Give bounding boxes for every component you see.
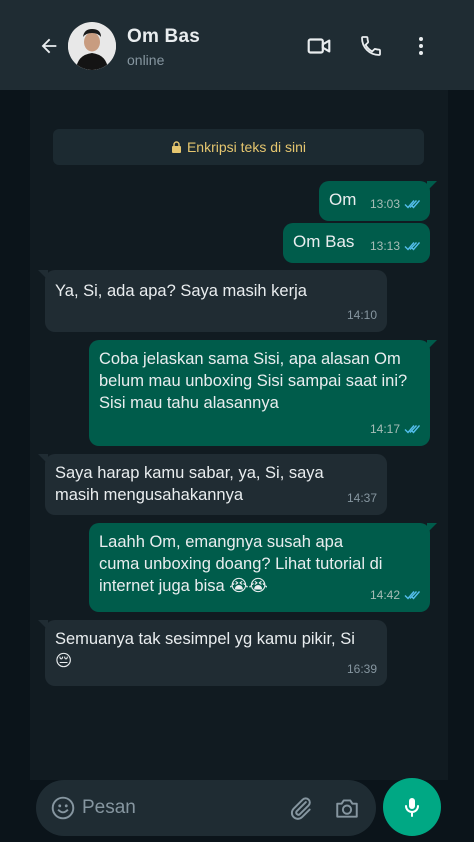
contact-name: Om Bas [127,26,201,47]
attach-button[interactable] [288,795,314,821]
encryption-notice[interactable]: Enkripsi teks di sini [53,129,424,165]
more-options-button[interactable] [407,32,435,60]
back-button[interactable] [34,31,64,61]
phone-icon [361,36,381,56]
message-meta: 14:37 [347,487,377,509]
mic-icon [405,798,419,817]
message-time: 14:10 [346,308,377,322]
message-meta: 13:13 [370,235,420,257]
message-text: Coba jelaskan sama Sisi, apa alasan Om b… [99,350,412,412]
voice-call-button[interactable] [357,32,385,60]
message-text: Saya harap kamu sabar, ya, Si, saya masi… [55,464,329,504]
message-bubble-outgoing[interactable]: Om 13:03 [319,181,437,221]
contact-info[interactable]: Om Bas online [127,26,200,68]
message-time: 13:13 [369,239,400,253]
read-ticks-icon [404,241,420,251]
chat-header: Om Bas online [0,0,474,90]
message-time: 13:03 [369,197,400,211]
message-bubble-incoming[interactable]: Semuanya tak sesimpel yg kamu pikir, Si … [38,620,387,686]
message-time: 16:39 [346,662,377,676]
read-ticks-icon [404,424,420,434]
avatar[interactable] [68,22,116,70]
read-ticks-icon [404,590,420,600]
message-meta: 16:39 [347,658,377,680]
emoji-icon [51,796,75,820]
lock-icon [171,141,182,153]
attach-icon [290,797,311,820]
message-time: 14:17 [369,422,400,436]
chat-margin-right [448,90,474,842]
more-vert-icon [419,37,423,55]
message-time: 14:37 [346,491,377,505]
message-input[interactable] [82,788,272,828]
message-text: Ya, Si, ada apa? Saya masih kerja [55,282,307,300]
encryption-text: Enkripsi teks di sini [186,139,307,155]
chat-margin-left [0,90,30,842]
message-text: Semuanya tak sesimpel yg kamu pikir, Si … [55,630,360,670]
back-arrow-icon [41,38,57,54]
message-bubble-outgoing[interactable]: Laahh Om, emangnya susah apa cuma unboxi… [89,523,437,612]
message-composer [36,780,376,836]
voice-message-button[interactable] [383,778,441,836]
message-bubble-incoming[interactable]: Saya harap kamu sabar, ya, Si, saya masi… [38,454,387,515]
message-time: 14:42 [369,588,400,602]
message-bubble-outgoing[interactable]: Coba jelaskan sama Sisi, apa alasan Om b… [89,340,437,446]
camera-icon [336,799,358,818]
message-bubble-incoming[interactable]: Ya, Si, ada apa? Saya masih kerja 14:10 [38,270,387,332]
message-meta: 14:17 [370,418,420,440]
read-ticks-icon [404,199,420,209]
message-bubble-outgoing[interactable]: Om Bas 13:13 [283,223,430,263]
message-meta: 14:42 [370,584,420,606]
emoji-button[interactable] [50,795,76,821]
message-text: Laahh Om, emangnya susah apa cuma unboxi… [99,533,388,595]
message-meta: 14:10 [347,304,377,326]
video-call-icon [307,38,331,54]
contact-status: online [127,52,165,68]
video-call-button[interactable] [305,32,333,60]
message-meta: 13:03 [370,193,420,215]
camera-button[interactable] [334,795,360,821]
